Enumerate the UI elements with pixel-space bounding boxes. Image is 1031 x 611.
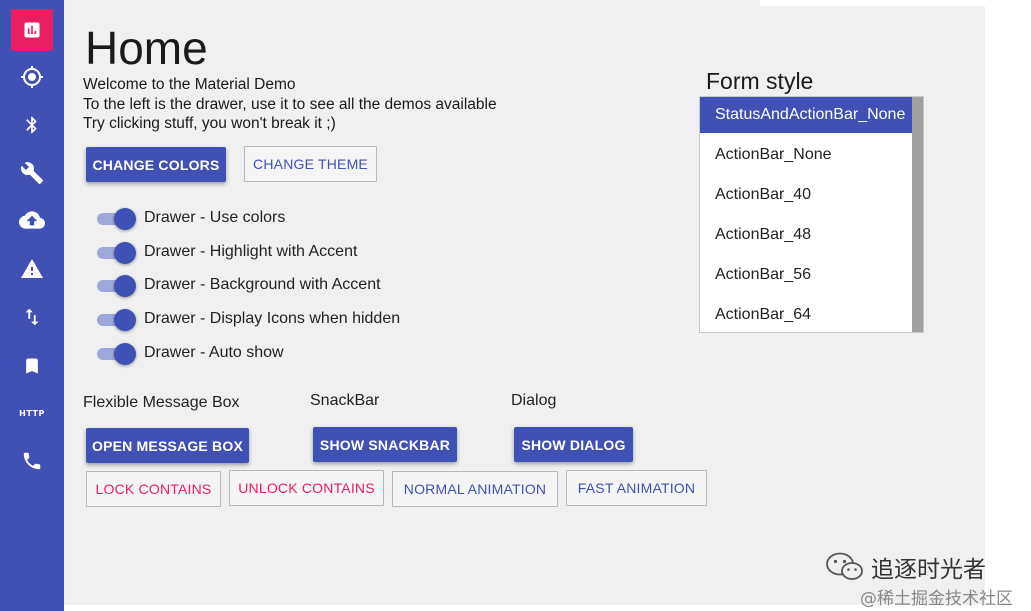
fast-animation-button[interactable]: FAST ANIMATION [566,470,707,506]
message-box-section-label: Flexible Message Box [83,394,240,411]
welcome-line: Try clicking stuff, you won't break it ;… [83,115,336,132]
bluetooth-icon [26,116,37,134]
welcome-text: Welcome to the Material Demo To the left… [83,75,497,134]
listbox-item[interactable]: ActionBar_None [700,137,912,173]
drawer-item-gps[interactable] [0,54,64,100]
http-icon: HTTP [19,408,45,418]
toggle-switch[interactable] [96,242,136,264]
change-colors-button[interactable]: CHANGE COLORS [86,147,226,182]
toggle-switch[interactable] [96,309,136,331]
cloud-upload-icon [19,211,45,229]
form-style-listbox[interactable]: StatusAndActionBar_None ActionBar_None A… [699,96,924,333]
watermark-author: 追逐时光者 [871,557,986,583]
toggle-switch[interactable] [96,343,136,365]
welcome-line: Welcome to the Material Demo [83,76,296,93]
switch-label: Drawer - Highlight with Accent [144,243,358,260]
switch-label: Drawer - Background with Accent [144,276,381,293]
switch-thumb [114,208,136,230]
toggle-switch[interactable] [96,208,136,230]
listbox-item[interactable]: ActionBar_56 [700,257,912,293]
listbox-item[interactable]: ActionBar_64 [700,297,912,332]
warning-icon [21,259,43,278]
chart-icon [24,22,40,38]
bookmark-icon [26,358,38,374]
drawer-item-http[interactable]: HTTP [0,390,64,436]
watermark-site: @稀土掘金技术社区 [860,589,1013,609]
drawer-item-cloud[interactable] [0,197,64,243]
switch-drawer-background-accent[interactable]: Drawer - Background with Accent [96,273,381,297]
swap-vertical-icon [25,308,39,326]
listbox-item[interactable]: StatusAndActionBar_None [700,97,912,133]
listbox-item[interactable]: ActionBar_48 [700,217,912,253]
snackbar-section-label: SnackBar [310,392,380,409]
phone-icon [23,452,41,470]
switch-label: Drawer - Use colors [144,209,286,226]
watermark: 追逐时光者 [825,550,986,584]
switch-drawer-use-colors[interactable]: Drawer - Use colors [96,206,285,230]
switch-thumb [114,309,136,331]
drawer-item-tools[interactable] [0,150,64,196]
normal-animation-button[interactable]: NORMAL ANIMATION [392,471,558,507]
drawer-item-home[interactable] [0,7,64,53]
dialog-section-label: Dialog [511,392,557,409]
switch-thumb [114,242,136,264]
navigation-drawer: HTTP [0,0,64,611]
toggle-switch[interactable] [96,275,136,297]
switch-drawer-auto-show[interactable]: Drawer - Auto show [96,341,284,365]
switch-thumb [114,343,136,365]
switch-label: Drawer - Auto show [144,344,284,361]
drawer-item-bluetooth[interactable] [0,102,64,148]
show-dialog-button[interactable]: SHOW DIALOG [514,427,633,462]
switch-drawer-highlight-accent[interactable]: Drawer - Highlight with Accent [96,240,357,264]
unlock-contains-button[interactable]: UNLOCK CONTAINS [229,470,384,506]
drawer-item-transfer[interactable] [0,294,64,340]
welcome-line: To the left is the drawer, use it to see… [83,95,497,113]
change-theme-button[interactable]: CHANGE THEME [244,146,377,182]
switch-thumb [114,275,136,297]
form-style-title: Form style [706,68,814,94]
listbox-item[interactable]: ActionBar_40 [700,177,912,213]
drawer-item-warning[interactable] [0,246,64,292]
show-snackbar-button[interactable]: SHOW SNACKBAR [313,427,457,462]
wechat-icon [826,552,863,580]
wrench-icon [20,162,43,184]
open-message-box-button[interactable]: OPEN MESSAGE BOX [86,428,249,463]
drawer-item-phone[interactable] [0,438,64,484]
switch-label: Drawer - Display Icons when hidden [144,310,401,327]
right-strip [985,0,1031,611]
lock-contains-button[interactable]: LOCK CONTAINS [86,471,221,507]
drawer-item-bookmark[interactable] [0,343,64,389]
listbox-scrollbar[interactable] [912,97,923,332]
page-title: Home [85,22,208,74]
gps-target-icon [21,66,43,88]
switch-drawer-display-icons[interactable]: Drawer - Display Icons when hidden [96,307,400,331]
